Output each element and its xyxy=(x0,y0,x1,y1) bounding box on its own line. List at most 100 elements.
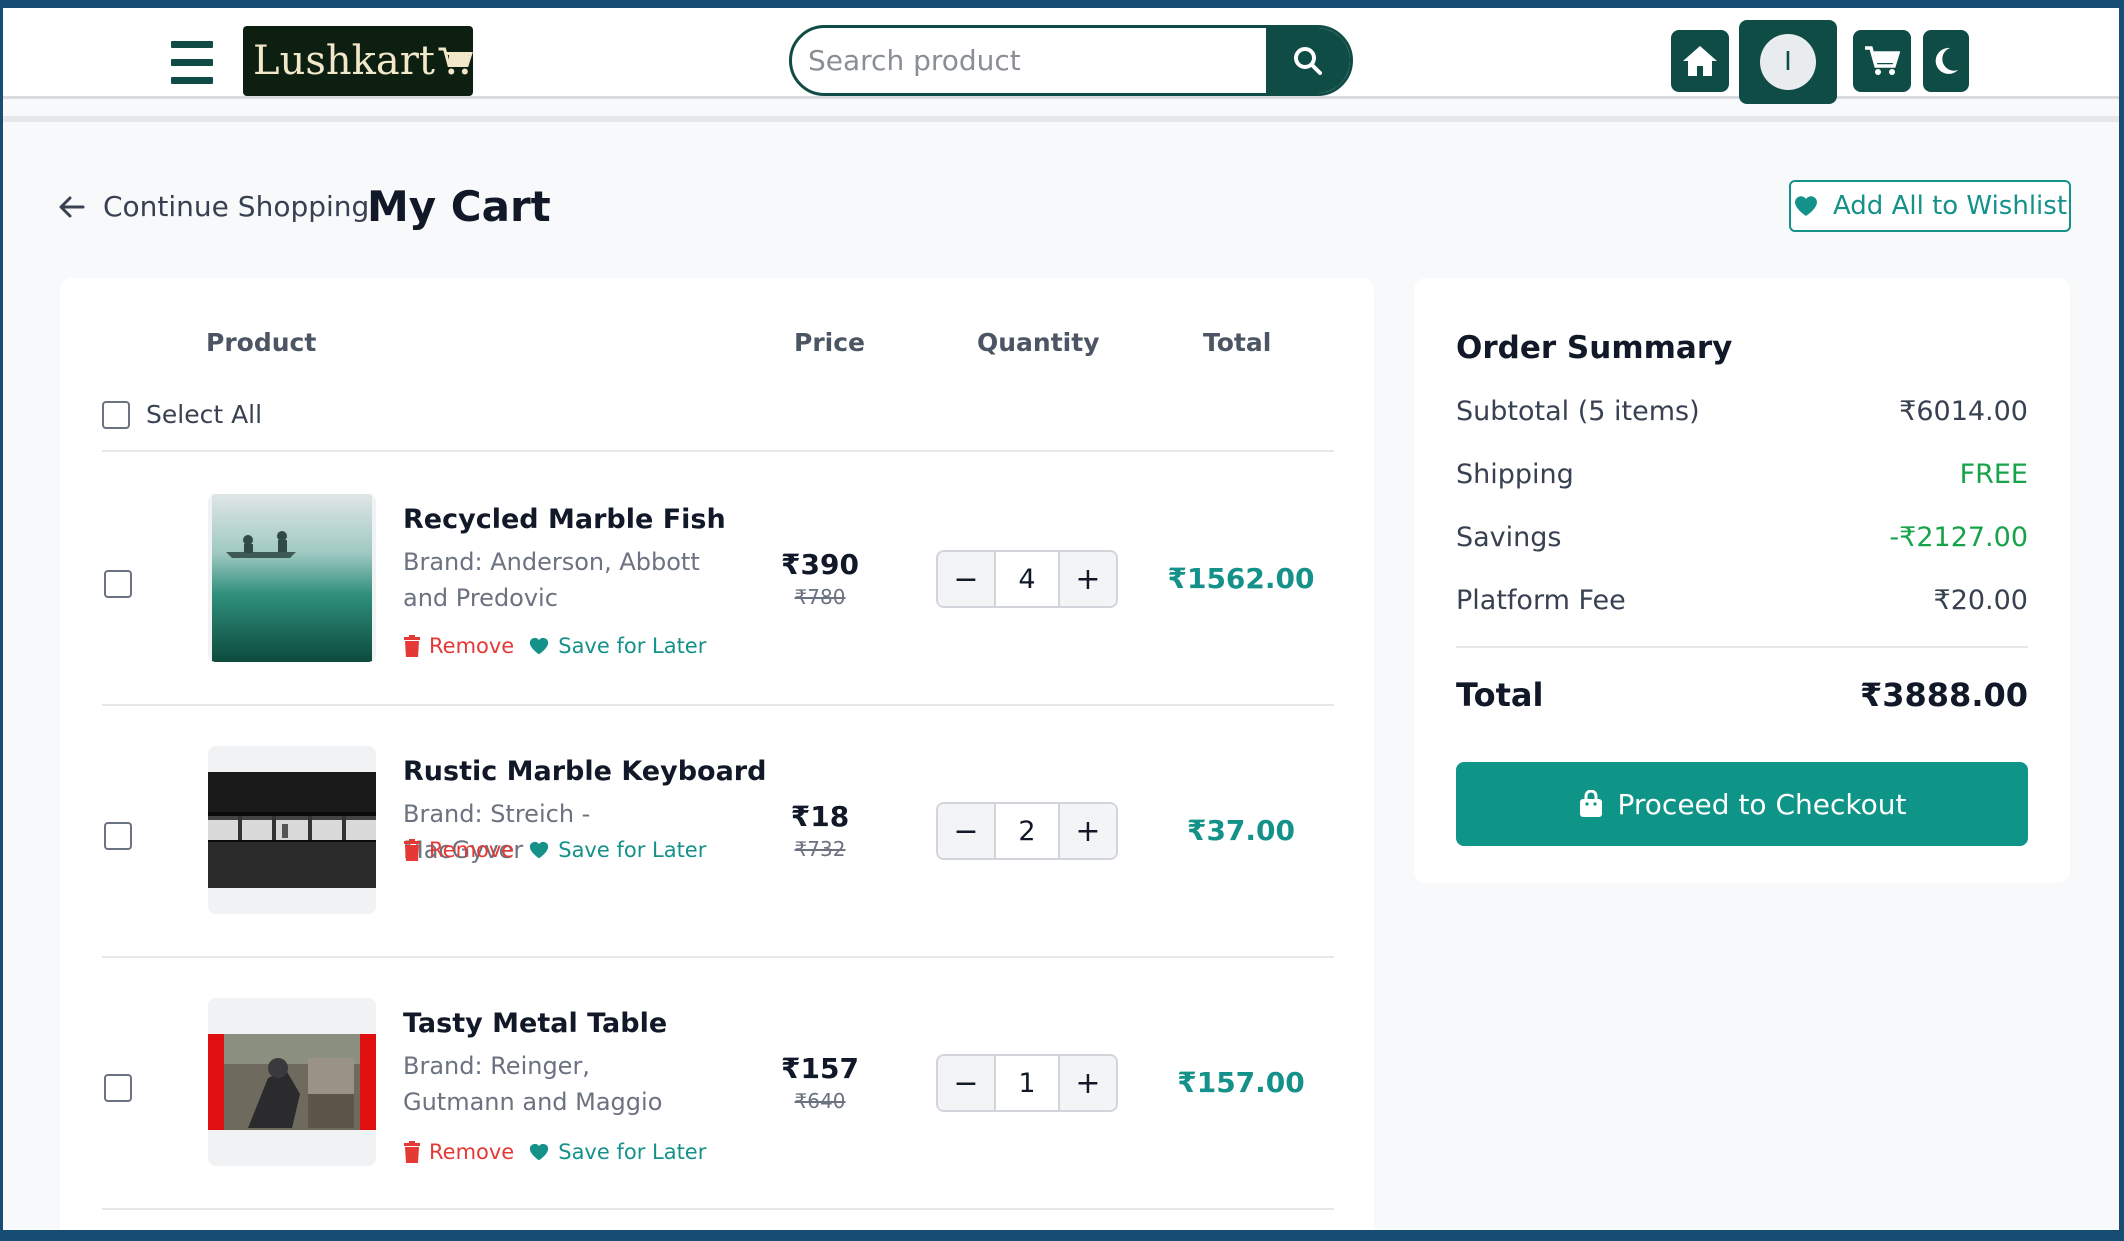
subtotal-label: Subtotal (5 items) xyxy=(1456,396,1700,427)
heart-icon xyxy=(1794,196,1817,216)
quantity-value[interactable]: 4 xyxy=(994,552,1060,606)
subtotal-value: ₹6014.00 xyxy=(1899,396,2028,427)
trash-icon xyxy=(404,635,420,657)
save-for-later-button[interactable]: Save for Later xyxy=(528,838,706,862)
select-all-checkbox[interactable] xyxy=(102,400,130,429)
profile-button[interactable]: I xyxy=(1739,20,1837,104)
trash-icon xyxy=(404,1141,420,1163)
heart-icon xyxy=(530,841,549,859)
current-price: ₹390 xyxy=(781,548,859,581)
save-for-later-button[interactable]: Save for Later xyxy=(528,634,706,658)
select-all[interactable]: Select All xyxy=(102,400,262,429)
item-checkbox[interactable] xyxy=(104,570,132,598)
moon-icon xyxy=(1935,47,1958,74)
add-all-to-wishlist-label: Add All to Wishlist xyxy=(1832,191,2068,221)
select-all-label: Select All xyxy=(146,400,263,429)
header-divider xyxy=(3,116,2119,122)
product-image[interactable] xyxy=(208,746,376,914)
column-header-total: Total xyxy=(1203,328,1272,357)
item-price: ₹18 ₹732 xyxy=(760,800,880,861)
home-icon xyxy=(1683,46,1717,76)
shipping-label: Shipping xyxy=(1456,459,1574,490)
cart-logo-icon xyxy=(438,47,473,75)
home-button[interactable] xyxy=(1671,30,1729,92)
save-for-later-label: Save for Later xyxy=(558,634,707,658)
avatar: I xyxy=(1760,34,1816,90)
order-summary-title: Order Summary xyxy=(1456,330,1733,366)
item-actions: Remove Save for Later xyxy=(403,1140,706,1164)
remove-label: Remove xyxy=(429,838,515,862)
product-image[interactable] xyxy=(208,494,376,662)
quantity-value[interactable]: 2 xyxy=(994,804,1060,858)
remove-button[interactable]: Remove xyxy=(403,838,514,862)
savings-value: -₹2127.00 xyxy=(1889,522,2028,553)
item-price: ₹390 ₹780 xyxy=(760,548,880,609)
row-total: ₹37.00 xyxy=(1186,814,1296,847)
platform-fee-value: ₹20.00 xyxy=(1933,585,2028,616)
total-label: Total xyxy=(1456,676,1544,714)
shipping-value: FREE xyxy=(1959,459,2028,490)
total-row: Total ₹3888.00 xyxy=(1456,676,2028,714)
search-input[interactable] xyxy=(792,28,1266,93)
row-total: ₹1562.00 xyxy=(1167,562,1315,595)
remove-button[interactable]: Remove xyxy=(403,1140,514,1164)
cart-button[interactable] xyxy=(1853,30,1911,92)
product-brand: Brand: Reinger, Gutmann and Maggio xyxy=(403,1052,663,1116)
shipping-row: Shipping FREE xyxy=(1456,459,2028,490)
heart-icon xyxy=(530,637,549,655)
savings-row: Savings -₹2127.00 xyxy=(1456,522,2028,553)
arrow-left-icon xyxy=(59,196,85,217)
logo-text: Lushkart xyxy=(253,38,435,84)
continue-shopping-link[interactable]: Continue Shopping xyxy=(59,190,369,223)
decrease-quantity-button[interactable]: − xyxy=(938,804,994,858)
add-all-to-wishlist-button[interactable]: Add All to Wishlist xyxy=(1789,180,2071,232)
shopping-bag-icon xyxy=(1579,790,1602,817)
order-summary: Order Summary Subtotal (5 items) ₹6014.0… xyxy=(1414,278,2070,883)
page-title: My Cart xyxy=(367,182,551,231)
current-price: ₹18 xyxy=(790,800,850,833)
quantity-stepper: − 4 + xyxy=(936,550,1118,608)
increase-quantity-button[interactable]: + xyxy=(1060,1056,1116,1110)
logo[interactable]: Lushkart xyxy=(243,26,473,96)
item-checkbox[interactable] xyxy=(104,1074,132,1102)
product-name[interactable]: Tasty Metal Table xyxy=(403,1008,667,1039)
increase-quantity-button[interactable]: + xyxy=(1060,552,1116,606)
dark-station-photo xyxy=(208,772,376,888)
save-for-later-label: Save for Later xyxy=(558,1140,707,1164)
item-checkbox[interactable] xyxy=(104,822,132,850)
save-for-later-button[interactable]: Save for Later xyxy=(528,1140,706,1164)
heart-icon xyxy=(530,1143,549,1161)
remove-button[interactable]: Remove xyxy=(403,634,514,658)
remove-label: Remove xyxy=(429,1140,515,1164)
quantity-value[interactable]: 1 xyxy=(994,1056,1060,1110)
divider xyxy=(102,1208,1334,1210)
row-total: ₹157.00 xyxy=(1177,1066,1305,1099)
total-value: ₹3888.00 xyxy=(1859,676,2028,714)
theme-toggle-button[interactable] xyxy=(1923,30,1969,92)
table-row: Tasty Metal Table Brand: Reinger, Gutman… xyxy=(60,958,1374,1210)
menu-icon[interactable] xyxy=(171,41,213,87)
search-button[interactable] xyxy=(1266,28,1350,93)
table-row: Rustic Marble Keyboard Brand: Streich - … xyxy=(60,706,1374,958)
divider xyxy=(1456,646,2028,648)
trash-icon xyxy=(404,839,420,861)
item-price: ₹157 ₹640 xyxy=(760,1052,880,1113)
lake-canoe-photo xyxy=(212,494,372,662)
proceed-to-checkout-label: Proceed to Checkout xyxy=(1617,787,1907,821)
cart-table: Product Price Quantity Total Select All … xyxy=(60,278,1374,1230)
product-name[interactable]: Rustic Marble Keyboard xyxy=(403,756,766,787)
proceed-to-checkout-button[interactable]: Proceed to Checkout xyxy=(1456,762,2028,846)
column-header-product: Product xyxy=(206,328,317,357)
platform-fee-row: Platform Fee ₹20.00 xyxy=(1456,585,2028,616)
item-actions: Remove Save for Later xyxy=(403,838,706,862)
current-price: ₹157 xyxy=(781,1052,859,1085)
platform-fee-label: Platform Fee xyxy=(1456,585,1626,616)
original-price: ₹640 xyxy=(794,1089,846,1113)
decrease-quantity-button[interactable]: − xyxy=(938,1056,994,1110)
increase-quantity-button[interactable]: + xyxy=(1060,804,1116,858)
product-name[interactable]: Recycled Marble Fish xyxy=(403,504,726,535)
decrease-quantity-button[interactable]: − xyxy=(938,552,994,606)
top-navbar: Lushkart I xyxy=(3,8,2119,122)
column-header-quantity: Quantity xyxy=(977,328,1100,357)
product-image[interactable] xyxy=(208,998,376,1166)
